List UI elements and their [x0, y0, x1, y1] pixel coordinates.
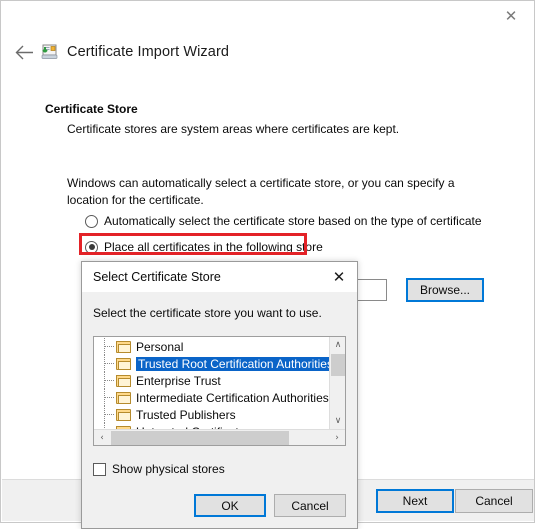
select-certificate-store-dialog: Select Certificate Store ✕ Select the ce… [81, 261, 358, 529]
tree-connector-icon [100, 338, 116, 355]
tree-item-label: Personal [136, 339, 184, 354]
tree-item-label: Intermediate Certification Authorities [136, 390, 329, 405]
tree-connector-icon [100, 355, 116, 372]
radio-mark-checked [85, 240, 98, 254]
tree-item[interactable]: Enterprise Trust [94, 372, 329, 389]
browse-button[interactable]: Browse... [406, 278, 484, 302]
folder-icon [116, 391, 131, 404]
close-icon[interactable]: ✕ [488, 1, 534, 31]
tree-item[interactable]: Intermediate Certification Authorities [94, 389, 329, 406]
body-paragraph: Windows can automatically select a certi… [67, 176, 455, 207]
tree-item[interactable]: Trusted Publishers [94, 406, 329, 423]
folder-icon [116, 357, 131, 370]
tree-item-label: Trusted Publishers [136, 407, 236, 422]
radio-mark-unchecked [85, 214, 98, 228]
show-physical-stores-label: Show physical stores [112, 462, 225, 476]
tree-item[interactable]: Personal [94, 338, 329, 355]
folder-icon [116, 340, 131, 353]
tree-list: Personal Trusted Root Certification Auth… [94, 338, 329, 429]
radio-automatically-select[interactable]: Automatically select the certificate sto… [85, 214, 482, 228]
show-physical-stores-checkbox[interactable]: Show physical stores [93, 462, 225, 476]
tree-item[interactable]: Trusted Root Certification Authorities [94, 355, 329, 372]
tree-item-label: Trusted Root Certification Authorities [136, 356, 329, 371]
certificate-import-icon [41, 43, 59, 61]
vertical-scrollbar-thumb[interactable] [331, 354, 345, 376]
wizard-header: Certificate Import Wizard [1, 31, 534, 73]
radio-label-automatically-select: Automatically select the certificate sto… [104, 214, 482, 228]
checkbox-mark-unchecked [93, 462, 106, 476]
tree-connector-icon [100, 406, 116, 423]
window-titlebar: ✕ [1, 1, 534, 31]
scroll-right-icon[interactable]: › [329, 430, 345, 445]
horizontal-scrollbar-thumb[interactable] [111, 431, 289, 445]
section-heading: Certificate Store [45, 102, 138, 116]
scroll-up-icon[interactable]: ∧ [330, 337, 345, 353]
scroll-down-icon[interactable]: ∨ [330, 413, 345, 429]
folder-icon [116, 374, 131, 387]
radio-place-all-certificates[interactable]: Place all certificates in the following … [85, 240, 323, 254]
dialog-title: Select Certificate Store [93, 270, 221, 284]
cancel-button[interactable]: Cancel [455, 489, 533, 513]
close-icon[interactable]: ✕ [321, 262, 357, 292]
page-title: Certificate Import Wizard [67, 44, 230, 60]
scroll-left-icon[interactable]: ‹ [94, 430, 110, 445]
tree-connector-icon [100, 372, 116, 389]
dialog-instruction: Select the certificate store you want to… [93, 306, 322, 320]
dialog-cancel-button[interactable]: Cancel [274, 494, 346, 517]
dialog-titlebar: Select Certificate Store ✕ [82, 262, 357, 292]
certificate-store-tree[interactable]: Personal Trusted Root Certification Auth… [93, 336, 346, 446]
next-button[interactable]: Next [376, 489, 454, 513]
section-subheading: Certificate stores are system areas wher… [67, 122, 400, 136]
tree-connector-icon [100, 389, 116, 406]
tree-horizontal-scrollbar[interactable]: ‹ › [94, 429, 345, 445]
tree-item-label: Enterprise Trust [136, 373, 221, 388]
radio-label-place-all-certificates: Place all certificates in the following … [104, 240, 323, 254]
folder-icon [116, 408, 131, 421]
tree-vertical-scrollbar[interactable]: ∧ ∨ [329, 337, 345, 429]
back-arrow-icon[interactable] [7, 45, 41, 60]
ok-button[interactable]: OK [194, 494, 266, 517]
